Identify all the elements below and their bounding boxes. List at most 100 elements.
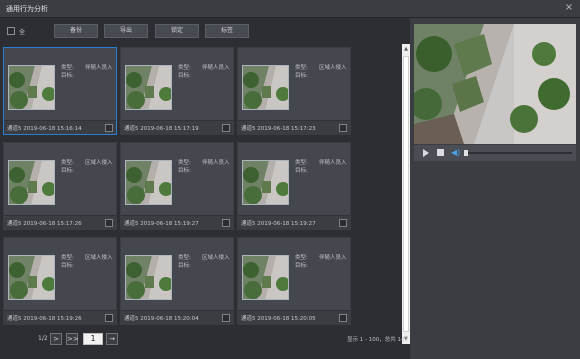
card-footer: 通道5 2019-06-18 15:17:19	[121, 120, 233, 134]
card-caption: 通道5 2019-06-18 15:19:27	[124, 221, 199, 227]
result-card[interactable]: 类型: 目标: 区域人侵入通道5 2019-06-18 15:17:26	[3, 142, 117, 230]
card-footer: 通道5 2019-06-18 15:19:27	[121, 215, 233, 229]
meta-labels: 类型: 目标:	[61, 64, 81, 80]
type-label: 类型:	[178, 255, 191, 261]
card-footer: 通道5 2019-06-18 15:19:26	[4, 310, 116, 324]
type-value: 伴随人员入	[202, 65, 230, 71]
backup-button[interactable]: 备份	[54, 24, 98, 38]
card-checkbox[interactable]	[339, 124, 347, 132]
result-card[interactable]: 类型: 目标: 伴随人员入通道5 2019-06-18 15:17:19	[120, 47, 234, 135]
target-label: 目标:	[178, 168, 191, 174]
card-footer: 通道5 2019-06-18 15:17:23	[238, 120, 350, 134]
target-label: 目标:	[295, 73, 308, 79]
snapshot-thumbnail[interactable]	[242, 255, 289, 300]
type-value: 区域人侵入	[85, 160, 113, 166]
result-card[interactable]: 类型: 目标: 区域人侵入 通道5 2019-06-18 15:17:23	[237, 47, 351, 135]
card-caption: 通道5 2019-06-18 15:20:04	[124, 316, 199, 322]
card-checkbox[interactable]	[339, 314, 347, 322]
type-label: 类型:	[295, 255, 308, 261]
scrollbar-thumb[interactable]	[403, 56, 409, 332]
meta-labels: 类型: 目标:	[295, 254, 315, 270]
result-card[interactable]: 类型: 目标: 区域人侵入 通道5 2019-06-18 15:19:26	[3, 237, 117, 325]
stop-icon[interactable]	[437, 149, 444, 156]
card-caption: 通道5 2019-06-18 15:17:26	[7, 221, 82, 227]
card-footer: 通道5 2019-06-18 15:20:05	[238, 310, 350, 324]
player-controls: ◀)	[414, 145, 576, 161]
last-page-button[interactable]: >>	[66, 333, 79, 345]
type-label: 类型:	[61, 160, 74, 166]
type-value: 伴随人员入	[319, 160, 347, 166]
target-label: 目标:	[295, 263, 308, 269]
result-card[interactable]: 类型: 目标: 伴随人员入通道5 2019-06-18 15:19:27	[237, 142, 351, 230]
lock-button[interactable]: 锁定	[155, 24, 199, 38]
meta-labels: 类型: 目标:	[61, 159, 81, 175]
target-label: 目标:	[61, 263, 74, 269]
card-checkbox[interactable]	[339, 219, 347, 227]
progress-track[interactable]	[464, 152, 572, 154]
export-button[interactable]: 导出	[104, 24, 148, 38]
result-card[interactable]: 类型: 目标: 伴随人员入通道5 2019-06-18 15:16:14	[3, 47, 117, 135]
progress-knob[interactable]	[464, 150, 468, 156]
tag-button[interactable]: 标签	[205, 24, 249, 38]
type-label: 类型:	[295, 160, 308, 166]
snapshot-thumbnail[interactable]	[8, 255, 55, 300]
type-label: 类型:	[61, 65, 74, 71]
result-card[interactable]: 类型: 目标: 区域人侵入 通道5 2019-06-18 15:20:04	[120, 237, 234, 325]
card-checkbox[interactable]	[222, 219, 230, 227]
volume-icon[interactable]: ◀)	[451, 148, 461, 158]
title-bar: 通用行为分析 ×	[0, 0, 580, 18]
meta-labels: 类型: 目标:	[61, 254, 81, 270]
result-grid: 类型: 目标: 伴随人员入 通道5 2019-06-18 15:16:14 类型: 目标:…	[0, 44, 400, 328]
preview-panel: ◀)	[410, 18, 580, 359]
card-checkbox[interactable]	[105, 314, 113, 322]
snapshot-thumbnail[interactable]	[242, 160, 289, 205]
pagination: 1/2 > >> 1 → 显示 1 - 100，总共 147	[0, 330, 410, 350]
meta-labels: 类型: 目标:	[178, 159, 198, 175]
result-card[interactable]: 类型: 目标: 伴随人员入通道5 2019-06-18 15:19:27	[120, 142, 234, 230]
card-footer: 通道5 2019-06-18 15:19:27	[238, 215, 350, 229]
type-label: 类型:	[295, 65, 308, 71]
card-caption: 通道5 2019-06-18 15:20:05	[241, 316, 316, 322]
toolbar: 全 备份 导出 锁定 标签	[0, 18, 410, 44]
card-caption: 通道5 2019-06-18 15:17:19	[124, 126, 199, 132]
card-caption: 通道5 2019-06-18 15:16:14	[7, 126, 82, 132]
meta-labels: 类型: 目标:	[295, 64, 315, 80]
card-caption: 通道5 2019-06-18 15:19:27	[241, 221, 316, 227]
type-value: 伴随人员入	[319, 255, 347, 261]
total-count: 显示 1 - 100，总共 147	[347, 337, 408, 343]
select-all-label: 全	[19, 29, 26, 36]
video-preview[interactable]	[414, 24, 576, 144]
type-value: 伴随人员入	[202, 160, 230, 166]
card-checkbox[interactable]	[105, 219, 113, 227]
scroll-up-icon[interactable]: ▲	[402, 44, 410, 54]
page-indicator: 1/2	[38, 335, 48, 342]
close-icon[interactable]: ×	[563, 2, 575, 14]
select-all-checkbox[interactable]	[7, 27, 15, 35]
meta-labels: 类型: 目标:	[295, 159, 315, 175]
window-title: 通用行为分析	[6, 5, 48, 13]
card-checkbox[interactable]	[222, 314, 230, 322]
vertical-scrollbar[interactable]: ▲ ▼	[402, 44, 410, 344]
next-page-button[interactable]: >	[50, 333, 62, 345]
target-label: 目标:	[178, 73, 191, 79]
card-checkbox[interactable]	[222, 124, 230, 132]
results-panel: 全 备份 导出 锁定 标签 类型: 目标: 伴随人员入 通道5 2019-06-18 …	[0, 18, 410, 359]
snapshot-thumbnail[interactable]	[242, 65, 289, 110]
target-label: 目标:	[61, 73, 74, 79]
card-checkbox[interactable]	[105, 124, 113, 132]
card-caption: 通道5 2019-06-18 15:17:23	[241, 126, 316, 132]
snapshot-thumbnail[interactable]	[8, 65, 55, 110]
result-card[interactable]: 类型: 目标: 伴随人员入通道5 2019-06-18 15:20:05	[237, 237, 351, 325]
go-page-button[interactable]: →	[106, 333, 118, 345]
card-caption: 通道5 2019-06-18 15:19:26	[7, 316, 82, 322]
snapshot-thumbnail[interactable]	[8, 160, 55, 205]
play-icon[interactable]	[423, 149, 429, 157]
page-number-input[interactable]: 1	[83, 333, 103, 345]
type-label: 类型:	[178, 65, 191, 71]
snapshot-thumbnail[interactable]	[125, 255, 172, 300]
card-footer: 通道5 2019-06-18 15:16:14	[4, 120, 116, 134]
target-label: 目标:	[295, 168, 308, 174]
type-value: 伴随人员入	[85, 65, 113, 71]
snapshot-thumbnail[interactable]	[125, 160, 172, 205]
snapshot-thumbnail[interactable]	[125, 65, 172, 110]
